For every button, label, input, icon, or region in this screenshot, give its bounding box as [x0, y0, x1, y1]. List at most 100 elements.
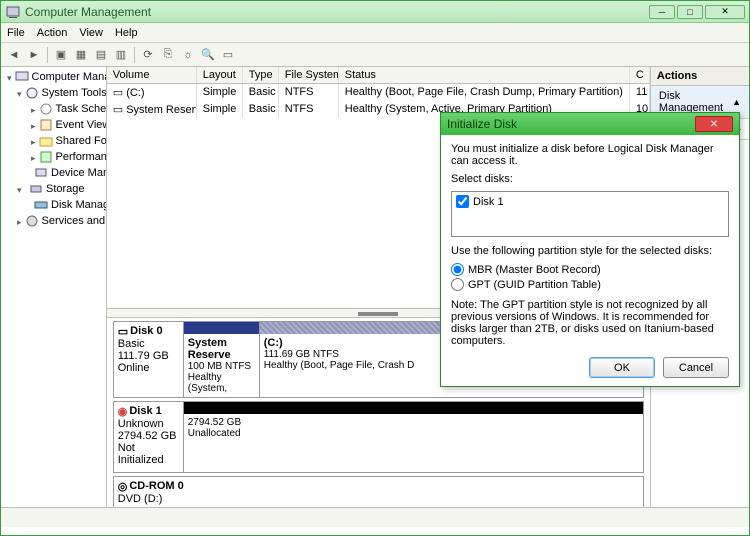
export-icon[interactable]: ⎘: [159, 46, 177, 64]
disk1-checkbox[interactable]: [456, 195, 469, 208]
refresh-icon[interactable]: ⟳: [139, 46, 157, 64]
col-layout[interactable]: Layout: [197, 67, 243, 83]
dialog-title: Initialize Disk: [447, 117, 695, 131]
disk-row-cdrom[interactable]: ◎CD-ROM 0 DVD (D:) No Media: [113, 476, 644, 508]
cdrom-icon: ◎: [118, 480, 128, 493]
tree-label: Task Scheduler: [56, 103, 107, 115]
tree-devmgr[interactable]: Device Manager: [3, 165, 104, 181]
dialog-close-button[interactable]: ✕: [695, 116, 733, 132]
expand-icon[interactable]: ▾: [17, 185, 26, 194]
mbr-radio[interactable]: [451, 263, 464, 276]
expand-icon[interactable]: ▾: [7, 73, 12, 82]
disk-list-item[interactable]: Disk 1: [456, 195, 724, 208]
device-icon: [34, 166, 48, 180]
storage-icon: [29, 182, 43, 196]
partition-style-label: Use the following partition style for th…: [451, 245, 729, 257]
tree-label: Event Viewer: [56, 119, 107, 131]
partition-system-reserve[interactable]: System Reserve 100 MB NTFS Healthy (Syst…: [184, 322, 260, 397]
folder-icon: [39, 134, 53, 148]
forward-icon[interactable]: ►: [25, 46, 43, 64]
toolbar: ◄ ► ▣ ▦ ▤ ▥ ⟳ ⎘ ☼ 🔍 ▭: [1, 43, 749, 67]
view1-icon[interactable]: ▤: [92, 46, 110, 64]
expand-icon[interactable]: ▸: [31, 153, 36, 162]
dialog-intro: You must initialize a disk before Logica…: [451, 143, 729, 167]
disk-icon: [34, 198, 48, 212]
help-icon[interactable]: ▭: [219, 46, 237, 64]
radio-mbr-row[interactable]: MBR (Master Boot Record): [451, 263, 729, 276]
col-type[interactable]: Type: [243, 67, 279, 83]
close-button[interactable]: ✕: [705, 5, 745, 19]
tree-label: Disk Management: [51, 199, 107, 211]
col-status[interactable]: Status: [339, 67, 630, 83]
table-row[interactable]: ▭ (C:) Simple Basic NTFS Healthy (Boot, …: [107, 84, 650, 101]
ok-button[interactable]: OK: [589, 357, 655, 378]
maximize-button[interactable]: □: [677, 5, 703, 19]
disk-row-1[interactable]: ◉Disk 1 Unknown 2794.52 GB Not Initializ…: [113, 401, 644, 473]
statusbar: [1, 507, 749, 527]
select-disks-label: Select disks:: [451, 173, 729, 185]
tree-tasksched[interactable]: ▸ Task Scheduler: [3, 101, 104, 117]
partition-unallocated[interactable]: 2794.52 GB Unallocated: [184, 402, 643, 472]
search-icon[interactable]: 🔍: [199, 46, 217, 64]
tree-storage[interactable]: ▾ Storage: [3, 181, 104, 197]
gpt-radio[interactable]: [451, 278, 464, 291]
expand-icon[interactable]: ▸: [31, 105, 36, 114]
titlebar: Computer Management ─ □ ✕: [1, 1, 749, 23]
menu-file[interactable]: File: [7, 27, 25, 39]
tree-label: Storage: [46, 183, 85, 195]
hdd-icon: ◉: [118, 405, 128, 418]
tree-svc[interactable]: ▸ Services and Applications: [3, 213, 104, 229]
expand-icon[interactable]: ▸: [17, 217, 22, 226]
tree-shared[interactable]: ▸ Shared Folders: [3, 133, 104, 149]
initialize-disk-dialog: Initialize Disk ✕ You must initialize a …: [440, 112, 740, 387]
computer-icon: [15, 70, 29, 84]
volume-table: Volume Layout Type File System Status C …: [107, 67, 650, 118]
tree-pane: ▾ Computer Management (Local ▾ System To…: [1, 67, 107, 507]
disk-info: ◎CD-ROM 0 DVD (D:) No Media: [114, 477, 643, 508]
app-icon: [5, 4, 21, 20]
properties-icon[interactable]: ▦: [72, 46, 90, 64]
tree-diskmgmt[interactable]: Disk Management: [3, 197, 104, 213]
perf-icon: [39, 150, 53, 164]
tree-label: Shared Folders: [56, 135, 107, 147]
dialog-titlebar: Initialize Disk ✕: [441, 113, 739, 135]
tree-root[interactable]: ▾ Computer Management (Local: [3, 69, 104, 85]
dialog-note: Note: The GPT partition style is not rec…: [451, 299, 729, 347]
collapse-icon: ▲: [732, 97, 741, 107]
tree-perf[interactable]: ▸Performance: [3, 149, 104, 165]
col-volume[interactable]: Volume: [107, 67, 197, 83]
tree-eventv[interactable]: ▸ Event Viewer: [3, 117, 104, 133]
expand-icon[interactable]: ▸: [31, 137, 36, 146]
menu-action[interactable]: Action: [37, 27, 68, 39]
tools-icon: [25, 86, 39, 100]
cancel-button[interactable]: Cancel: [663, 357, 729, 378]
drive-icon: ▭: [113, 104, 126, 116]
tree-label: Computer Management (Local: [32, 71, 107, 83]
hdd-icon: ▭: [118, 325, 128, 338]
back-icon[interactable]: ◄: [5, 46, 23, 64]
up-icon[interactable]: ▣: [52, 46, 70, 64]
menu-view[interactable]: View: [79, 27, 103, 39]
disk-info: ▭Disk 0 Basic 111.79 GB Online: [114, 322, 184, 397]
disk-list[interactable]: Disk 1: [451, 191, 729, 237]
radio-gpt-row[interactable]: GPT (GUID Partition Table): [451, 278, 729, 291]
disk-info: ◉Disk 1 Unknown 2794.52 GB Not Initializ…: [114, 402, 184, 472]
col-c[interactable]: C: [630, 67, 650, 83]
drive-icon: ▭: [113, 87, 126, 99]
tree-label: Services and Applications: [42, 215, 107, 227]
event-icon: [39, 118, 53, 132]
view2-icon[interactable]: ▥: [112, 46, 130, 64]
settings-icon[interactable]: ☼: [179, 46, 197, 64]
actions-header: Actions: [651, 67, 749, 86]
menu-help[interactable]: Help: [115, 27, 138, 39]
expand-icon[interactable]: ▾: [17, 89, 22, 98]
clock-icon: [39, 102, 53, 116]
col-fs[interactable]: File System: [279, 67, 339, 83]
services-icon: [25, 214, 39, 228]
table-header: Volume Layout Type File System Status C: [107, 67, 650, 84]
window-title: Computer Management: [25, 5, 649, 19]
tree-label: System Tools: [42, 87, 107, 99]
minimize-button[interactable]: ─: [649, 5, 675, 19]
tree-systools[interactable]: ▾ System Tools: [3, 85, 104, 101]
expand-icon[interactable]: ▸: [31, 121, 36, 130]
